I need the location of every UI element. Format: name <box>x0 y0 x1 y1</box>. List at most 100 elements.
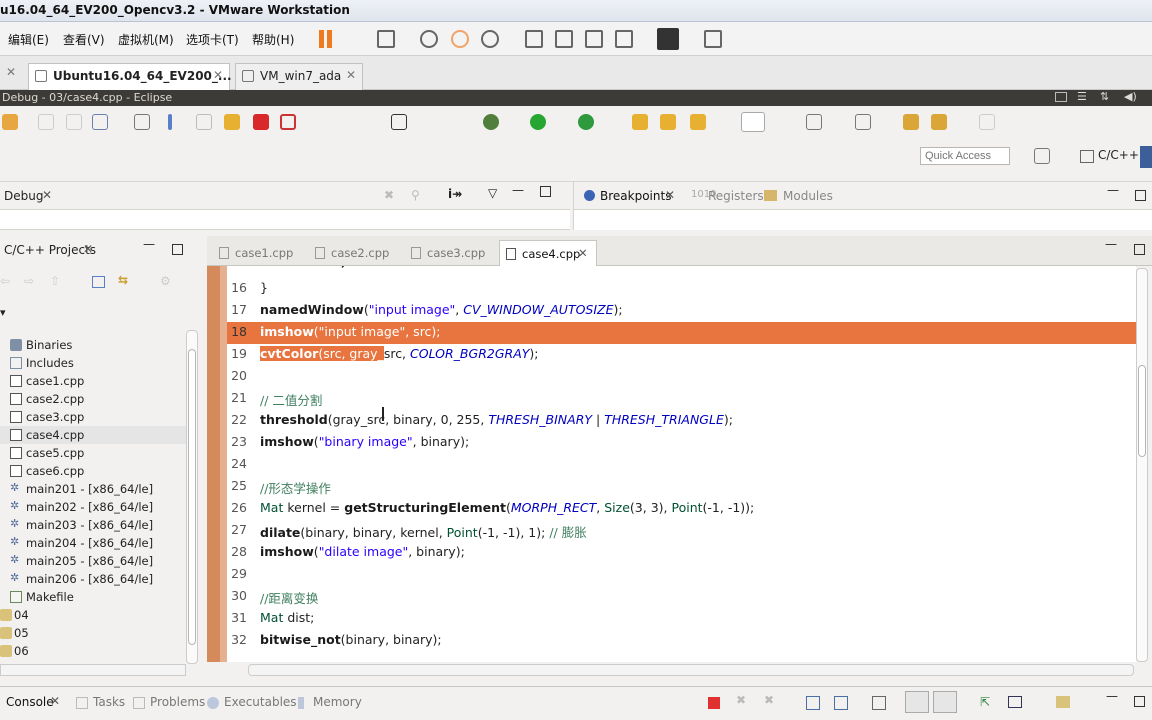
tab-console[interactable]: Console <box>6 695 54 709</box>
close-icon[interactable]: ✕ <box>42 188 52 202</box>
new-icon[interactable] <box>2 114 18 130</box>
project-tree-hscrollbar[interactable] <box>0 664 186 676</box>
remove-all-terminated-icon[interactable]: ✖ <box>384 188 394 202</box>
back-icon[interactable] <box>931 114 947 130</box>
tree-item[interactable]: Includes <box>0 354 186 372</box>
tree-item[interactable]: Binaries <box>0 336 186 354</box>
editor-hscrollbar[interactable] <box>248 664 1134 676</box>
code-editor[interactable]: return -1; 16} 17 namedWindow("input imag… <box>207 266 1136 662</box>
tree-item[interactable]: case5.cpp <box>0 444 186 462</box>
project-tree-scrollbar[interactable] <box>186 330 198 664</box>
network-icon[interactable]: ⇅ <box>1100 90 1109 103</box>
terminate-icon[interactable] <box>708 697 720 709</box>
tab-problems[interactable]: Problems <box>150 695 205 709</box>
console-view-icon[interactable] <box>657 28 679 50</box>
remove-all-icon[interactable]: ✖ <box>764 693 774 707</box>
external-tools-icon[interactable] <box>578 114 594 130</box>
minimize-icon[interactable]: — <box>1107 183 1119 197</box>
tab-case3[interactable]: case3.cpp <box>405 240 493 266</box>
close-icon[interactable]: ✕ <box>578 246 588 260</box>
view-menu-icon[interactable]: ⚙ <box>160 274 171 288</box>
close-icon[interactable]: ✕ <box>83 242 93 256</box>
snapshot-icon[interactable] <box>420 30 438 48</box>
step-into-icon[interactable] <box>391 114 407 130</box>
tab-memory[interactable]: Memory <box>313 695 362 709</box>
menu-vm[interactable]: 虚拟机(M) <box>118 31 174 48</box>
word-wrap-icon[interactable] <box>872 696 886 710</box>
debug-icon[interactable] <box>483 114 499 130</box>
tab-breakpoints[interactable]: Breakpoints <box>600 189 671 203</box>
tree-item[interactable]: case2.cpp <box>0 390 186 408</box>
snapshot-manager-icon[interactable] <box>481 30 499 48</box>
send-keys-icon[interactable] <box>377 30 395 48</box>
minimize-icon[interactable]: — <box>1106 689 1118 703</box>
binary-icon[interactable] <box>134 114 150 130</box>
tree-item-selected[interactable]: case4.cpp <box>0 426 186 444</box>
volume-icon[interactable]: ◀) <box>1124 90 1137 103</box>
link-editor-icon[interactable]: ⇆ <box>118 273 128 287</box>
pin-console-icon[interactable] <box>905 691 929 713</box>
minimize-icon[interactable]: — <box>512 183 524 197</box>
tree-item[interactable]: case1.cpp <box>0 372 186 390</box>
stretch-icon[interactable] <box>704 30 722 48</box>
close-icon[interactable]: ✕ <box>50 694 60 708</box>
fullscreen-icon[interactable] <box>585 30 603 48</box>
menu-icon[interactable]: ☰ <box>1077 90 1087 103</box>
breakpoint-gutter[interactable] <box>207 266 220 662</box>
resume-icon[interactable] <box>196 114 212 130</box>
skip-breakpoints-icon[interactable] <box>168 114 172 130</box>
suspend-icon[interactable] <box>224 114 240 130</box>
minimize-icon[interactable]: — <box>143 237 155 251</box>
display-console-icon[interactable]: ⇱ <box>980 695 990 709</box>
step-into-icon[interactable]: i↠ <box>448 187 462 201</box>
menu-view[interactable]: 查看(V) <box>63 31 105 48</box>
open-type-icon[interactable] <box>632 114 648 130</box>
tree-item[interactable]: ✲ main203 - [x86_64/le] <box>0 516 186 534</box>
up-icon[interactable]: ⇧ <box>50 274 60 288</box>
previous-annotation-icon[interactable] <box>855 114 871 130</box>
tree-item[interactable]: 06 <box>0 642 186 660</box>
sidebar-toggle-icon[interactable] <box>525 30 543 48</box>
forward-arrow-icon[interactable]: ⇨ <box>24 274 34 288</box>
open-element-icon[interactable] <box>660 114 676 130</box>
back-arrow-icon[interactable]: ⇦ <box>0 274 10 288</box>
perspective-cpp[interactable]: C/C++ <box>1080 148 1139 163</box>
maximize-icon[interactable] <box>1135 190 1146 201</box>
clear-console-icon[interactable] <box>806 696 820 710</box>
tree-item[interactable]: ✲ main205 - [x86_64/le] <box>0 552 186 570</box>
tab-tasks[interactable]: Tasks <box>93 695 125 709</box>
show-console-icon[interactable] <box>933 691 957 713</box>
debug-view-label[interactable]: Debug <box>4 189 43 203</box>
menu-tabs[interactable]: 选项卡(T) <box>186 31 239 48</box>
save-icon[interactable] <box>38 114 54 130</box>
unity-icon[interactable] <box>615 30 633 48</box>
close-icon[interactable]: ✕ <box>6 65 16 79</box>
tree-item[interactable]: case3.cpp <box>0 408 186 426</box>
maximize-icon[interactable] <box>540 186 551 197</box>
pause-icon[interactable] <box>319 30 324 48</box>
tree-item[interactable]: ✲ main204 - [x86_64/le] <box>0 534 186 552</box>
open-console-icon[interactable] <box>1008 696 1022 708</box>
scrollbar-thumb[interactable] <box>188 349 196 645</box>
editor-vscrollbar[interactable] <box>1136 268 1148 662</box>
menu-edit[interactable]: 编辑(E) <box>8 31 49 48</box>
menu-help[interactable]: 帮助(H) <box>252 31 294 48</box>
terminate-icon[interactable] <box>253 114 269 130</box>
next-annotation-icon[interactable] <box>806 114 822 130</box>
tree-item[interactable]: ✲ main206 - [x86_64/le] <box>0 570 186 588</box>
connect-icon[interactable]: ⚲ <box>411 188 420 202</box>
run-icon[interactable] <box>530 114 546 130</box>
disconnect-icon[interactable] <box>280 114 296 130</box>
close-icon[interactable]: ✕ <box>213 68 223 82</box>
minimize-icon[interactable]: — <box>1105 237 1117 251</box>
last-edit-icon[interactable] <box>903 114 919 130</box>
tree-item[interactable]: Makefile <box>0 588 186 606</box>
quick-access-input[interactable] <box>920 147 1010 165</box>
keyboard-icon[interactable] <box>1055 92 1067 102</box>
tree-item[interactable]: case6.cpp <box>0 462 186 480</box>
maximize-icon[interactable] <box>1134 244 1145 255</box>
forward-icon[interactable] <box>979 114 995 130</box>
mark-occurrences-icon[interactable] <box>741 112 765 132</box>
tab-modules[interactable]: Modules <box>783 189 833 203</box>
tab-ubuntu[interactable]: Ubuntu16.04_64_EV200_... ✕ <box>28 63 232 90</box>
